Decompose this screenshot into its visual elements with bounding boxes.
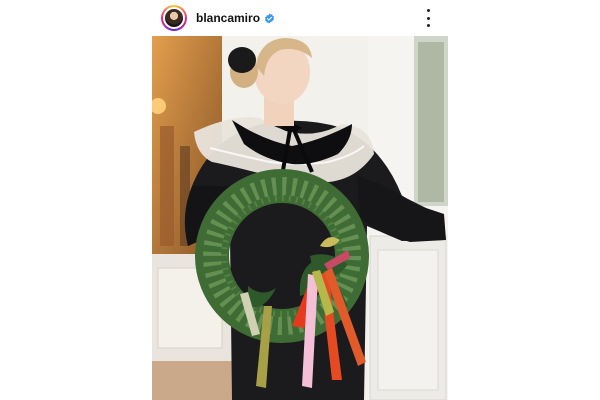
post-photo[interactable] xyxy=(152,36,448,400)
avatar[interactable] xyxy=(163,7,185,29)
post-header: blancamiro xyxy=(152,0,448,36)
more-options-icon[interactable] xyxy=(420,9,436,27)
verified-badge-icon xyxy=(264,12,275,24)
avatar-story-ring[interactable] xyxy=(161,5,187,31)
photo-illustration xyxy=(152,36,448,400)
username[interactable]: blancamiro xyxy=(196,11,260,25)
